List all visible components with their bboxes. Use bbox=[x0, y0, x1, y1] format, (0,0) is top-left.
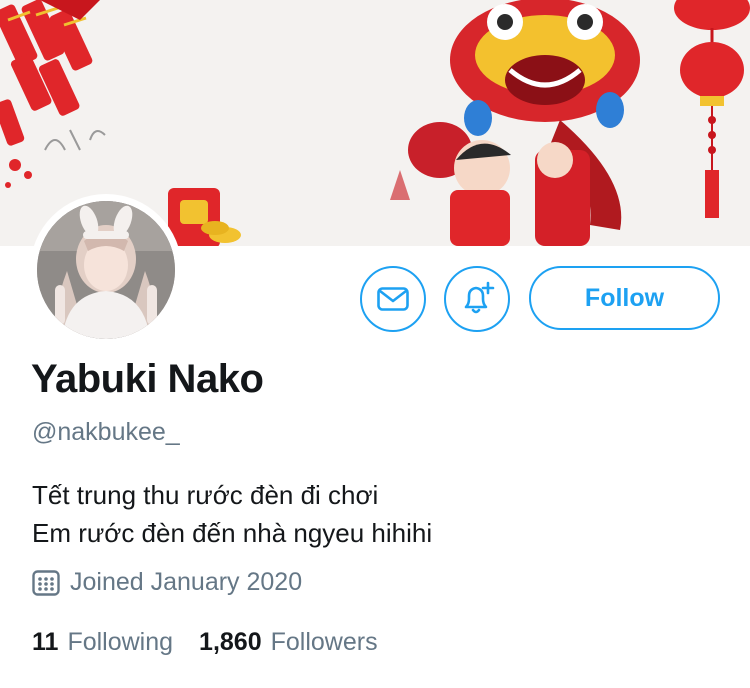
follow-button[interactable]: Follow bbox=[529, 266, 720, 330]
following-link[interactable]: 11 Following bbox=[32, 628, 199, 657]
bell-plus-icon bbox=[464, 281, 495, 314]
message-button[interactable] bbox=[360, 266, 426, 332]
followers-label: Followers bbox=[270, 628, 378, 656]
following-count: 11 bbox=[32, 628, 59, 656]
profile-stats: 11 Following 1,860 Followers bbox=[32, 628, 404, 657]
display-name: Yabuki Nako bbox=[31, 357, 264, 401]
following-label: Following bbox=[67, 628, 174, 656]
avatar-image bbox=[37, 201, 175, 339]
joined-date: Joined January 2020 bbox=[32, 568, 302, 597]
user-handle: @nakbukee_ bbox=[32, 418, 180, 446]
calendar-icon bbox=[32, 569, 60, 596]
envelope-icon bbox=[377, 287, 409, 311]
notifications-button[interactable] bbox=[444, 266, 510, 332]
joined-label: Joined January 2020 bbox=[70, 568, 303, 596]
profile-bio: Tết trung thu rước đèn đi chơi Em rước đ… bbox=[32, 476, 432, 552]
followers-count: 1,860 bbox=[199, 628, 262, 656]
profile-avatar[interactable] bbox=[30, 194, 182, 346]
bio-line: Em rước đèn đến nhà ngyeu hihihi bbox=[32, 518, 433, 548]
followers-link[interactable]: 1,860 Followers bbox=[199, 628, 404, 657]
bio-line: Tết trung thu rước đèn đi chơi bbox=[32, 480, 379, 510]
